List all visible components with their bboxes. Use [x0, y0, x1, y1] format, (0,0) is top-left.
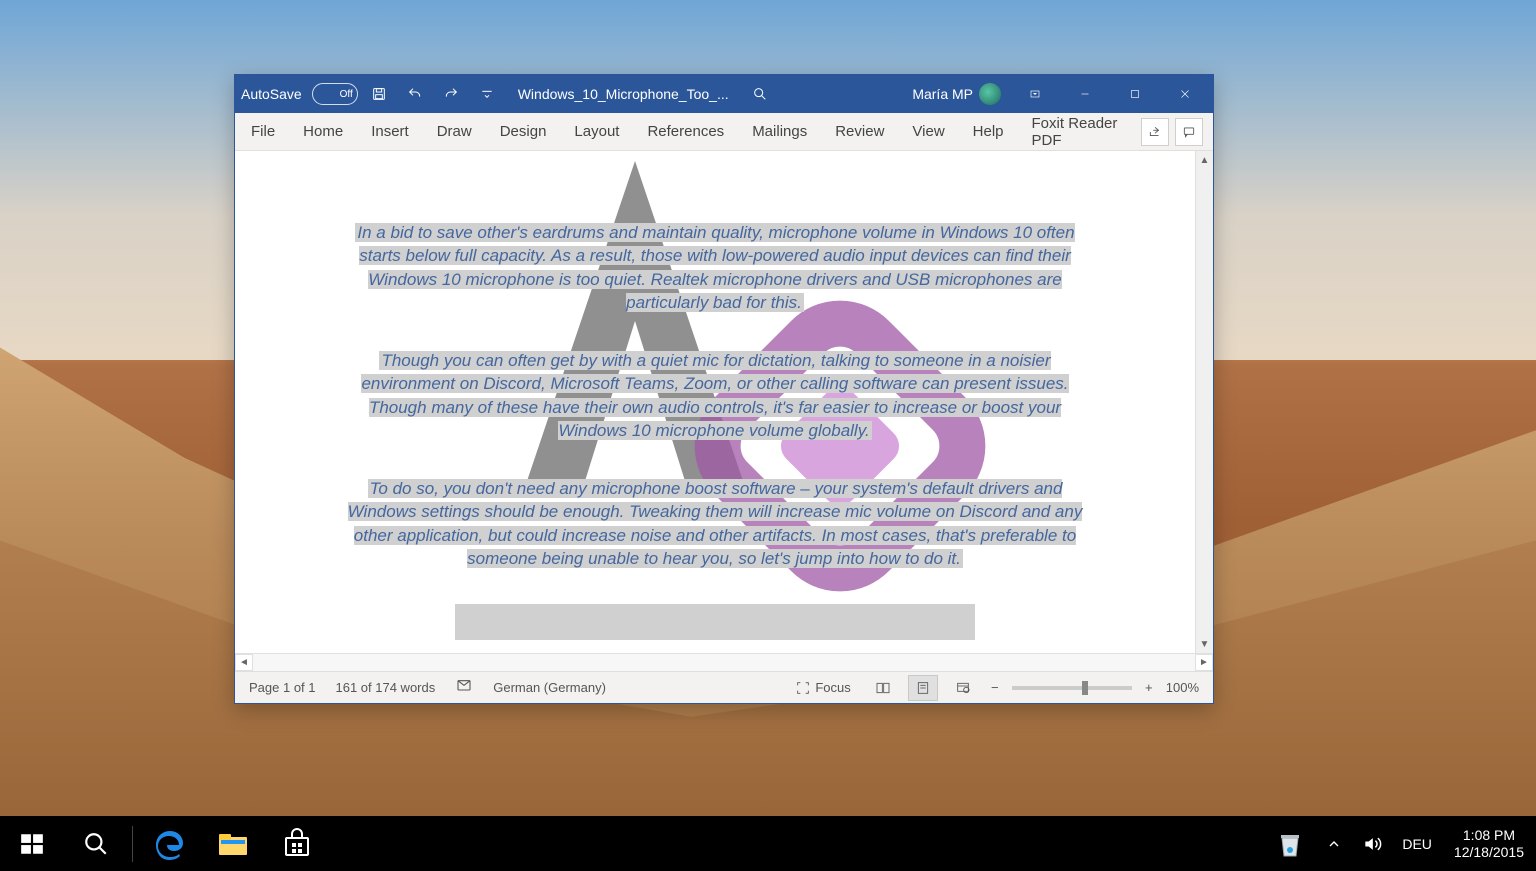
ribbon-tabs: File Home Insert Draw Design Layout Refe… [235, 113, 1213, 151]
paragraph-3[interactable]: To do so, you don't need any microphone … [348, 479, 1083, 568]
minimize-button[interactable] [1063, 79, 1107, 109]
page-indicator[interactable]: Page 1 of 1 [249, 680, 316, 695]
read-mode-button[interactable] [868, 675, 898, 701]
tab-foxit-reader-pdf[interactable]: Foxit Reader PDF [1018, 107, 1141, 157]
file-explorer-button[interactable] [201, 816, 265, 871]
search-taskbar-button[interactable] [64, 816, 128, 871]
hscroll-track[interactable] [253, 654, 1195, 671]
system-tray: DEU 1:08 PM 12/18/2015 [1264, 816, 1536, 871]
document-title: Windows_10_Microphone_Too_... [518, 86, 729, 102]
search-button[interactable] [745, 79, 775, 109]
tab-file[interactable]: File [245, 115, 289, 148]
save-button[interactable] [364, 79, 394, 109]
zoom-slider[interactable] [1012, 686, 1132, 690]
recycle-bin-icon[interactable] [1264, 816, 1316, 871]
status-bar: Page 1 of 1 161 of 174 words German (Ger… [235, 671, 1213, 703]
close-button[interactable] [1163, 79, 1207, 109]
volume-icon[interactable] [1352, 816, 1392, 871]
tab-layout[interactable]: Layout [560, 115, 633, 148]
ribbon-display-options-button[interactable] [1013, 79, 1057, 109]
tab-design[interactable]: Design [486, 115, 561, 148]
word-window: AutoSave Off Windows_10_Microphone_Too_.… [234, 74, 1214, 704]
print-layout-button[interactable] [908, 675, 938, 701]
zoom-slider-thumb[interactable] [1082, 681, 1088, 695]
user-avatar [979, 83, 1001, 105]
scroll-up-icon[interactable]: ▲ [1196, 151, 1213, 169]
redo-button[interactable] [436, 79, 466, 109]
vertical-scrollbar[interactable]: ▲ ▼ [1195, 151, 1213, 653]
paragraph-2[interactable]: Though you can often get by with a quiet… [361, 351, 1068, 440]
tab-view[interactable]: View [898, 115, 958, 148]
microsoft-store-button[interactable] [265, 816, 329, 871]
focus-label: Focus [815, 680, 850, 695]
autosave-toggle[interactable]: Off [312, 83, 358, 105]
scroll-right-icon[interactable]: ► [1195, 654, 1213, 671]
document-area: In a bid to save other's eardrums and ma… [235, 151, 1213, 653]
focus-mode-button[interactable]: Focus [788, 675, 857, 701]
undo-button[interactable] [400, 79, 430, 109]
web-layout-button[interactable] [948, 675, 978, 701]
tab-review[interactable]: Review [821, 115, 898, 148]
clock-time: 1:08 PM [1463, 827, 1515, 843]
autosave-label: AutoSave [241, 86, 302, 102]
autosave-state: Off [340, 89, 353, 100]
zoom-level[interactable]: 100% [1166, 680, 1199, 695]
share-button[interactable] [1141, 118, 1169, 146]
start-button[interactable] [0, 816, 64, 871]
desktop: AutoSave Off Windows_10_Microphone_Too_.… [0, 0, 1536, 871]
edge-browser-button[interactable] [137, 816, 201, 871]
maximize-button[interactable] [1113, 79, 1157, 109]
scroll-down-icon[interactable]: ▼ [1196, 635, 1213, 653]
tab-mailings[interactable]: Mailings [738, 115, 821, 148]
paragraph-1[interactable]: In a bid to save other's eardrums and ma… [355, 223, 1074, 312]
document-viewport[interactable]: In a bid to save other's eardrums and ma… [235, 151, 1195, 653]
zoom-in-button[interactable]: + [1142, 680, 1156, 695]
word-count[interactable]: 161 of 174 words [336, 680, 436, 695]
zoom-out-button[interactable]: − [988, 680, 1002, 695]
clock-date: 12/18/2015 [1454, 844, 1524, 860]
tab-home[interactable]: Home [289, 115, 357, 148]
tab-references[interactable]: References [633, 115, 738, 148]
selection-trailing [455, 604, 975, 640]
user-account[interactable]: María MP [912, 83, 1001, 105]
language-indicator[interactable]: German (Germany) [493, 680, 606, 695]
horizontal-scrollbar[interactable]: ◄ ► [235, 653, 1213, 671]
tab-insert[interactable]: Insert [357, 115, 423, 148]
tab-help[interactable]: Help [959, 115, 1018, 148]
tray-overflow-button[interactable] [1316, 816, 1352, 871]
scroll-left-icon[interactable]: ◄ [235, 654, 253, 671]
clock[interactable]: 1:08 PM 12/18/2015 [1442, 816, 1536, 871]
comments-button[interactable] [1175, 118, 1203, 146]
document-body[interactable]: In a bid to save other's eardrums and ma… [235, 151, 1195, 653]
taskbar: DEU 1:08 PM 12/18/2015 [0, 816, 1536, 871]
taskbar-separator [132, 826, 133, 862]
spellcheck-icon[interactable] [455, 678, 473, 697]
tab-draw[interactable]: Draw [423, 115, 486, 148]
ime-indicator[interactable]: DEU [1392, 816, 1442, 871]
user-name: María MP [912, 86, 973, 102]
qat-customize-button[interactable] [472, 79, 502, 109]
